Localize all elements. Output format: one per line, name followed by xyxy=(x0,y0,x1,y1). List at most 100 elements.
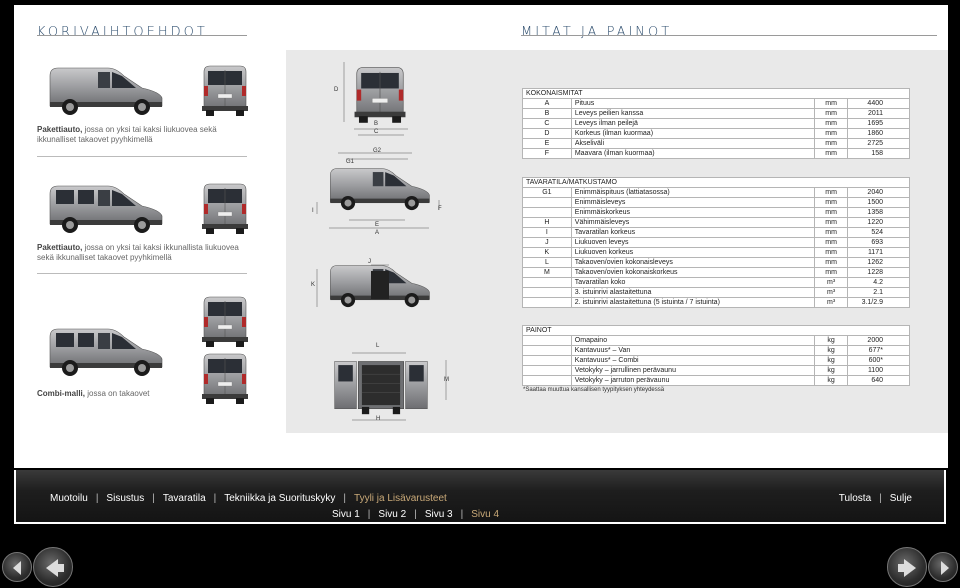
dim-label-i: I xyxy=(312,208,314,214)
weights-table: PAINOT Omapaino kg 2000 Kantavuus* – Van kg 67… xyxy=(522,325,910,386)
row-value: 158 xyxy=(847,148,910,159)
dimension-diagram-rear xyxy=(338,62,412,160)
row-code: C xyxy=(522,118,572,129)
row-label: Vetokyky – jarrullinen perävaunu xyxy=(570,365,816,376)
last-page-button[interactable] xyxy=(928,552,958,582)
row-value: 4.2 xyxy=(847,277,910,288)
row-label: Kantavuus* – Combi xyxy=(570,355,816,366)
row-label: Tavaratilan koko xyxy=(570,277,816,288)
nav-tyyli-active[interactable]: Tyyli ja Lisävarusteet xyxy=(354,493,447,504)
row-label: Pituus xyxy=(570,98,816,109)
page-nav: Sivu 1 | Sivu 2 | Sivu 3 | Sivu 4 xyxy=(332,509,499,520)
table-row: 2. istuinrivi alastaitettuna (5 istuinta… xyxy=(522,297,910,308)
next-page-button[interactable] xyxy=(887,547,927,587)
row-label: Enimmäisleveys xyxy=(570,197,816,208)
left-title-rule xyxy=(37,35,247,36)
row-label: Korkeus (ilman kuormaa) xyxy=(570,128,816,139)
row-unit: m³ xyxy=(814,287,849,298)
first-page-button[interactable] xyxy=(2,552,32,582)
row-value: 693 xyxy=(847,237,910,248)
close-link[interactable]: Sulje xyxy=(890,493,912,504)
row-value: 4400 xyxy=(847,98,910,109)
row-unit: mm xyxy=(814,118,849,129)
table-row: Kantavuus* – Combi kg 600* xyxy=(522,355,910,366)
row-code xyxy=(522,335,572,346)
table-row: A Pituus mm 4400 xyxy=(522,98,910,109)
variant-text-3: jossa on takaovet xyxy=(87,389,150,398)
row-unit: mm xyxy=(814,237,849,248)
print-link[interactable]: Tulosta xyxy=(839,493,871,504)
table-row: Kantavuus* – Van kg 677* xyxy=(522,345,910,356)
row-label: Leveys ilman peilejä xyxy=(570,118,816,129)
nav-sivu-2[interactable]: Sivu 2 xyxy=(378,509,406,520)
dim-label-j: J xyxy=(368,259,371,265)
nav-sivu-4-active[interactable]: Sivu 4 xyxy=(471,509,499,520)
row-value: 2040 xyxy=(847,187,910,198)
overall-dimensions-table: KOKONAISMITAT A Pituus mm 4400 B Leveys peilie… xyxy=(522,88,910,159)
row-unit: mm xyxy=(814,247,849,258)
row-label: Omapaino xyxy=(570,335,816,346)
row-value: 1860 xyxy=(847,128,910,139)
dim-label-b: B xyxy=(374,121,379,127)
row-value: 1171 xyxy=(847,247,910,258)
row-code: H xyxy=(522,217,572,228)
row-unit: mm xyxy=(814,217,849,228)
row-value: 3.1/2.9 xyxy=(847,297,910,308)
arrow-right-icon xyxy=(898,559,916,577)
weights-footnote: *Saattaa muuttua kansallisen tyypityksen… xyxy=(523,387,665,393)
dim-label-e: E xyxy=(375,222,380,228)
nav-tekniikka[interactable]: Tekniikka ja Suorituskyky xyxy=(224,493,335,504)
variant-caption-2: Pakettiauto, jossa on yksi tai kaksi ikk… xyxy=(37,243,247,263)
row-unit: mm xyxy=(814,267,849,278)
table-row: K Liukuoven korkeus mm 1171 xyxy=(522,247,910,258)
dim-label-k: K xyxy=(311,282,316,288)
arrow-left-icon xyxy=(46,559,64,577)
row-label: Vetokyky – jarruton perävaunu xyxy=(570,375,816,386)
utility-nav: Tulosta | Sulje xyxy=(839,493,912,504)
table-row: F Maavara (ilman kuormaa) mm 158 xyxy=(522,148,910,159)
arrow-right-small-icon xyxy=(941,561,949,575)
dim-label-g2: G2 xyxy=(373,148,382,154)
row-unit: mm xyxy=(814,108,849,119)
row-code: B xyxy=(522,108,572,119)
table-row: L Takaoven/ovien kokonaisleveys mm 1262 xyxy=(522,257,910,268)
prev-page-button[interactable] xyxy=(33,547,73,587)
row-value: 2.1 xyxy=(847,287,910,298)
caption-rule-2 xyxy=(37,273,247,274)
table-row: I Tavaratilan korkeus mm 524 xyxy=(522,227,910,238)
van-side-image-1 xyxy=(44,62,166,118)
row-unit: kg xyxy=(814,345,849,356)
variant-bold-1: Pakettiauto, xyxy=(37,125,83,134)
row-value: 2725 xyxy=(847,138,910,149)
row-unit: mm xyxy=(814,138,849,149)
row-value: 677* xyxy=(847,345,910,356)
table-row: H Vähimmäisleveys mm 1220 xyxy=(522,217,910,228)
dim-label-f: F xyxy=(438,206,442,212)
row-label: Takaoven/ovien kokonaisleveys xyxy=(570,257,816,268)
table-row: B Leveys peilien kanssa mm 2011 xyxy=(522,108,910,119)
row-unit: m³ xyxy=(814,297,849,308)
row-label: Tavaratilan korkeus xyxy=(570,227,816,238)
nav-muotoilu[interactable]: Muotoilu xyxy=(50,493,88,504)
row-label: Enimmäiskorkeus xyxy=(570,207,816,218)
nav-separator: | xyxy=(367,509,371,520)
nav-tavaratila[interactable]: Tavaratila xyxy=(163,493,206,504)
row-unit: mm xyxy=(814,257,849,268)
table-header-row: PAINOT xyxy=(522,325,910,336)
van-side-image-2 xyxy=(44,180,166,236)
row-value: 1220 xyxy=(847,217,910,228)
nav-sivu-3[interactable]: Sivu 3 xyxy=(425,509,453,520)
row-code: J xyxy=(522,237,572,248)
left-section-title: KORIVAIHTOEHDOT xyxy=(37,25,208,40)
row-code: I xyxy=(522,227,572,238)
row-code xyxy=(522,207,572,218)
row-value: 600* xyxy=(847,355,910,366)
row-code xyxy=(522,345,572,356)
row-value: 1500 xyxy=(847,197,910,208)
nav-sisustus[interactable]: Sisustus xyxy=(106,493,144,504)
nav-sivu-1[interactable]: Sivu 1 xyxy=(332,509,360,520)
navigation-bar: Muotoilu | Sisustus | Tavaratila | Tekniikka j… xyxy=(14,470,946,524)
content-page: KORIVAIHTOEHDOT MITAT JA PAINOT Pakettia… xyxy=(14,5,948,468)
row-code: F xyxy=(522,148,572,159)
variant-bold-2: Pakettiauto, xyxy=(37,243,83,252)
